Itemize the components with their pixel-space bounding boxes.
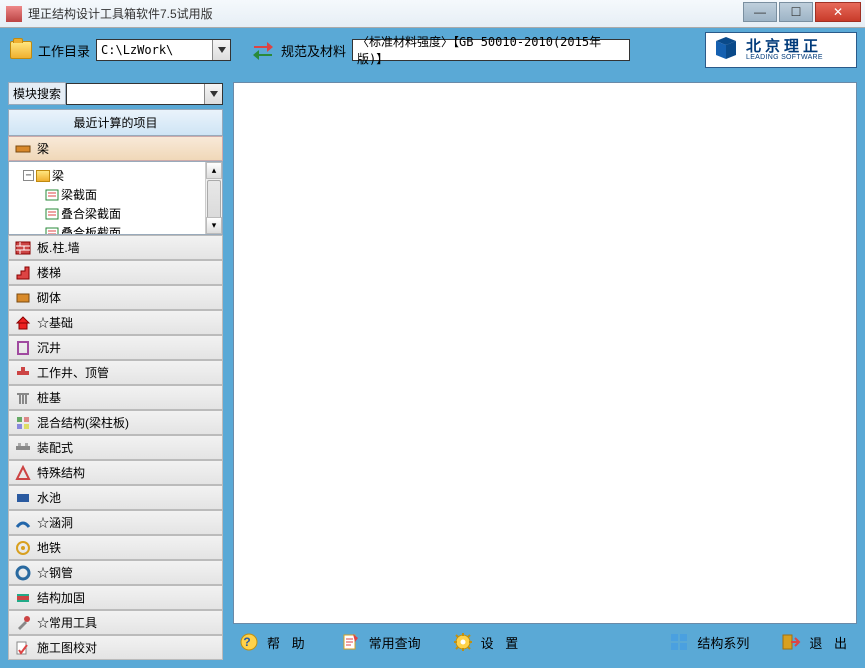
category-item[interactable]: 桩基: [8, 385, 223, 410]
tree-item[interactable]: 叠合梁截面: [11, 204, 220, 223]
category-item[interactable]: 施工图校对: [8, 635, 223, 660]
body-area: 模块搜索 最近计算的项目 梁 − 梁 梁截面 叠合梁截面 叠合板截面 裂缝计算 …: [0, 72, 865, 668]
item-icon: [45, 208, 59, 220]
category-item[interactable]: 板.柱.墙: [8, 235, 223, 260]
spec-combobox[interactable]: 〈标准材料强度〉【GB 50010-2010(2015年版)】: [352, 39, 630, 61]
workdir-value: C:\LzWork\: [101, 43, 173, 57]
hybrid-icon: [15, 416, 31, 430]
scroll-down-icon[interactable]: ▾: [206, 217, 222, 234]
steelpipe-icon: [15, 566, 31, 580]
svg-text:?: ?: [243, 635, 254, 649]
beam-tree: − 梁 梁截面 叠合梁截面 叠合板截面 裂缝计算 叠合梁裂缝计算 挠度计算 ▴ …: [8, 161, 223, 235]
category-item[interactable]: 楼梯: [8, 260, 223, 285]
main-canvas: [233, 82, 857, 624]
bottom-toolbar: ? 帮 助 常用查询 设 置 结构系列 退 出: [233, 624, 857, 660]
grid-icon: [669, 632, 689, 652]
category-item[interactable]: 工作井、顶管: [8, 360, 223, 385]
category-item[interactable]: ☆基础: [8, 310, 223, 335]
query-button[interactable]: 常用查询: [341, 632, 421, 652]
category-item[interactable]: 混合结构(梁柱板): [8, 410, 223, 435]
reinforce-icon: [15, 591, 31, 605]
category-beam[interactable]: 梁: [8, 136, 223, 161]
spec-value: 〈标准材料强度〉【GB 50010-2010(2015年版)】: [357, 33, 625, 67]
sync-icon[interactable]: [251, 40, 275, 60]
folder-icon[interactable]: [10, 41, 32, 59]
special-icon: [15, 466, 31, 480]
pool-icon: [15, 491, 31, 505]
scroll-up-icon[interactable]: ▴: [206, 162, 222, 179]
workdir-label: 工作目录: [38, 41, 90, 60]
pipe-icon: [15, 366, 31, 380]
maximize-button[interactable]: ☐: [779, 2, 813, 22]
chevron-down-icon[interactable]: [204, 84, 222, 104]
help-button[interactable]: ? 帮 助: [239, 632, 309, 652]
caisson-icon: [15, 341, 31, 355]
window-title: 理正结构设计工具箱软件7.5试用版: [28, 5, 213, 22]
category-item[interactable]: 水池: [8, 485, 223, 510]
brand-logo: 北京理正 LEADING SOFTWARE: [705, 32, 857, 68]
logo-text-cn: 北京理正: [746, 39, 823, 54]
category-item[interactable]: 砌体: [8, 285, 223, 310]
top-toolbar: 工作目录 C:\LzWork\ 规范及材料 〈标准材料强度〉【GB 50010-…: [0, 28, 865, 72]
category-item[interactable]: 沉井: [8, 335, 223, 360]
category-item[interactable]: ☆涵洞: [8, 510, 223, 535]
chevron-down-icon[interactable]: [212, 40, 230, 60]
tree-item[interactable]: 叠合板截面: [11, 223, 220, 235]
stairs-icon: [15, 266, 31, 280]
module-search-row: 模块搜索: [8, 82, 223, 105]
category-item[interactable]: 地铁: [8, 535, 223, 560]
item-icon: [45, 227, 59, 236]
collapse-icon[interactable]: −: [23, 170, 34, 181]
query-icon: [341, 632, 361, 652]
beam-icon: [15, 142, 31, 156]
close-button[interactable]: ✕: [815, 2, 861, 22]
check-icon: [15, 641, 31, 655]
prefab-icon: [15, 441, 31, 455]
recent-items-header[interactable]: 最近计算的项目: [8, 109, 223, 136]
window-controls: — ☐ ✕: [743, 2, 861, 22]
right-area: ? 帮 助 常用查询 设 置 结构系列 退 出: [233, 82, 857, 660]
left-panel: 模块搜索 最近计算的项目 梁 − 梁 梁截面 叠合梁截面 叠合板截面 裂缝计算 …: [8, 82, 223, 660]
minimize-button[interactable]: —: [743, 2, 777, 22]
logo-mark-icon: [712, 37, 740, 63]
logo-text-en: LEADING SOFTWARE: [746, 54, 823, 61]
tree-scrollbar[interactable]: ▴ ▾: [205, 162, 222, 234]
settings-button[interactable]: 设 置: [453, 632, 523, 652]
wall-icon: [15, 241, 31, 255]
folder-icon: [36, 170, 50, 182]
pile-icon: [15, 391, 31, 405]
item-icon: [45, 189, 59, 201]
exit-icon: [781, 632, 801, 652]
workdir-combobox[interactable]: C:\LzWork\: [96, 39, 231, 61]
exit-button[interactable]: 退 出: [781, 632, 851, 652]
subway-icon: [15, 541, 31, 555]
window-titlebar: 理正结构设计工具箱软件7.5试用版 — ☐ ✕: [0, 0, 865, 28]
category-item[interactable]: ☆钢管: [8, 560, 223, 585]
tree-root[interactable]: − 梁: [11, 166, 220, 185]
help-icon: ?: [239, 632, 259, 652]
app-icon: [6, 6, 22, 22]
culvert-icon: [15, 516, 31, 530]
foundation-icon: [15, 316, 31, 330]
spec-label: 规范及材料: [281, 41, 346, 60]
gear-icon: [453, 632, 473, 652]
category-item[interactable]: 装配式: [8, 435, 223, 460]
category-item[interactable]: 结构加固: [8, 585, 223, 610]
module-search-combobox[interactable]: [66, 83, 223, 105]
series-button[interactable]: 结构系列: [669, 632, 749, 652]
category-item[interactable]: 特殊结构: [8, 460, 223, 485]
module-search-label: 模块搜索: [8, 82, 66, 105]
tree-item[interactable]: 梁截面: [11, 185, 220, 204]
tools-icon: [15, 616, 31, 630]
masonry-icon: [15, 291, 31, 305]
category-item[interactable]: ☆常用工具: [8, 610, 223, 635]
category-stack: 板.柱.墙 楼梯 砌体 ☆基础 沉井 工作井、顶管 桩基 混合结构(梁柱板) 装…: [8, 235, 223, 660]
